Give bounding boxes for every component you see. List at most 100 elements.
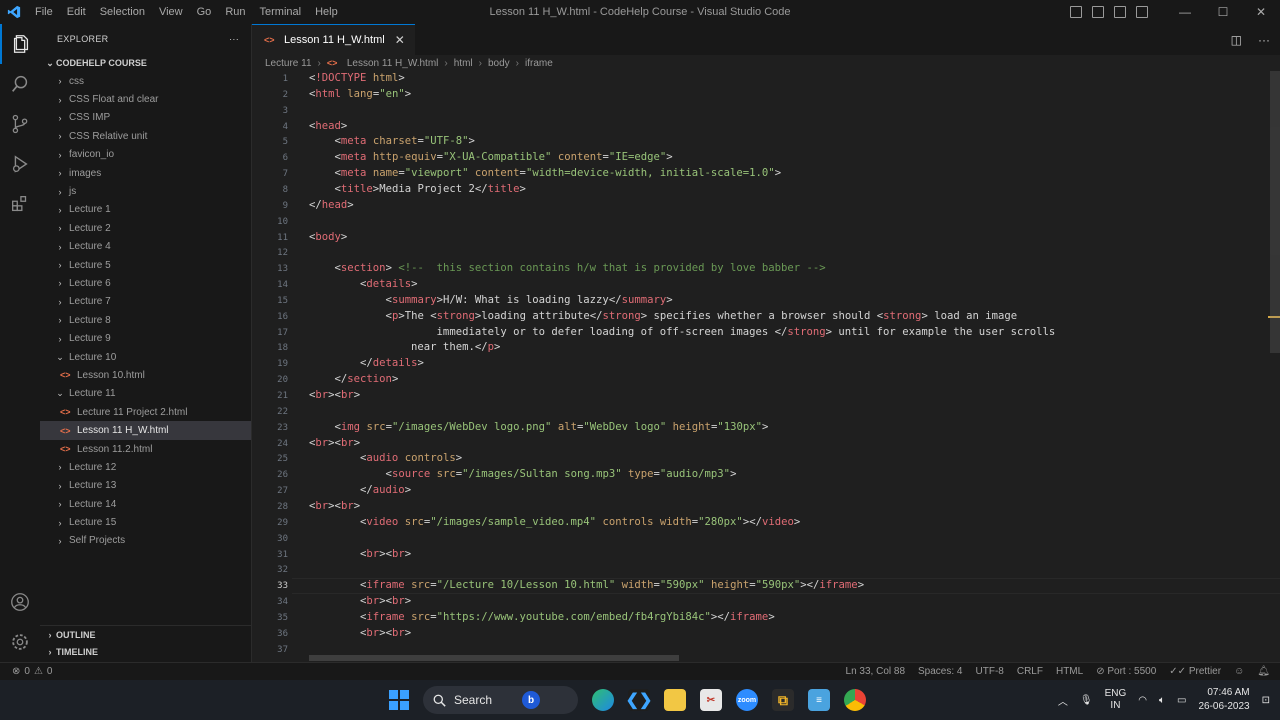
tree-folder[interactable]: ⌄ Lecture 11 (40, 385, 251, 403)
tree-file[interactable]: <> Lesson 10.html (40, 366, 251, 384)
tree-file[interactable]: <> Lecture 11 Project 2.html (40, 403, 251, 421)
source-control-icon[interactable] (0, 104, 40, 144)
vertical-scrollbar[interactable] (1270, 71, 1280, 353)
zoom-icon[interactable]: zoom (736, 689, 758, 711)
code-editor[interactable]: 1 <!DOCTYPE html> 2 <html lang="en"> 3 4 <head… (252, 71, 1280, 662)
tree-item-label: Lecture 10 (69, 351, 117, 363)
encoding[interactable]: UTF-8 (976, 666, 1004, 677)
taskbar-search[interactable]: Search b (423, 686, 578, 714)
code-line: <html lang="en"> (309, 87, 412, 100)
microphone-icon[interactable]: 🎙︎ (1080, 695, 1093, 706)
end-of-line[interactable]: CRLF (1017, 666, 1043, 677)
tree-folder[interactable]: › CSS IMP (40, 109, 251, 127)
menu-go[interactable]: Go (190, 0, 219, 24)
tab-lesson-11-hw[interactable]: <> Lesson 11 H_W.html ✕ (252, 24, 415, 55)
chrome-icon[interactable] (844, 689, 866, 711)
input-language[interactable]: ENG IN (1105, 688, 1127, 712)
edge-browser-icon[interactable] (592, 689, 614, 711)
breadcrumb-iframe[interactable]: iframe (525, 58, 553, 69)
tree-folder[interactable]: › Lecture 14 (40, 495, 251, 513)
line-number: 15 (277, 295, 288, 306)
tree-folder[interactable]: › Lecture 2 (40, 219, 251, 237)
breadcrumb-body[interactable]: body (488, 58, 510, 69)
tree-folder[interactable]: › Lecture 8 (40, 311, 251, 329)
toggle-panel-icon[interactable] (1092, 6, 1104, 18)
close-tab-icon[interactable]: ✕ (395, 33, 405, 47)
menu-edit[interactable]: Edit (60, 0, 93, 24)
line-number: 13 (277, 264, 288, 275)
tree-folder[interactable]: ⌄ Lecture 10 (40, 348, 251, 366)
tree-folder[interactable]: › CSS Float and clear (40, 90, 251, 108)
toggle-secondary-sidebar-icon[interactable] (1114, 6, 1126, 18)
indentation[interactable]: Spaces: 4 (918, 666, 962, 677)
menu-view[interactable]: View (152, 0, 190, 24)
more-actions-icon[interactable]: ··· (1258, 33, 1270, 47)
tree-item-label: Lecture 8 (69, 314, 111, 326)
tree-folder[interactable]: › images (40, 164, 251, 182)
tree-folder[interactable]: › Lecture 12 (40, 458, 251, 476)
chevron-up-icon[interactable]: ︿ (1058, 693, 1068, 708)
horizontal-scrollbar[interactable] (309, 655, 679, 661)
customize-layout-icon[interactable] (1136, 6, 1148, 18)
run-debug-icon[interactable] (0, 144, 40, 184)
tree-folder[interactable]: › Lecture 9 (40, 329, 251, 347)
tree-file[interactable]: <> Lesson 11 H_W.html (40, 421, 251, 440)
tree-folder[interactable]: › Lecture 5 (40, 256, 251, 274)
bing-icon[interactable]: b (522, 691, 541, 709)
tree-folder[interactable]: › Lecture 4 (40, 238, 251, 256)
settings-gear-icon[interactable] (0, 622, 40, 662)
line-number: 25 (277, 454, 288, 465)
tree-folder[interactable]: › Lecture 7 (40, 293, 251, 311)
tree-folder[interactable]: › css (40, 72, 251, 90)
notifications-bell-icon[interactable]: 🔔︎ (1257, 666, 1270, 677)
extensions-icon[interactable] (0, 184, 40, 224)
explorer-icon[interactable] (0, 24, 40, 64)
outline-section[interactable]: › OUTLINE (40, 625, 251, 643)
breadcrumb-file[interactable]: Lesson 11 H_W.html (347, 58, 439, 69)
tree-folder[interactable]: › Lecture 15 (40, 513, 251, 531)
chevron-down-icon: ⌄ (56, 388, 64, 399)
wifi-icon[interactable]: ◠ (1138, 695, 1147, 706)
timeline-section[interactable]: › TIMELINE (40, 643, 251, 661)
search-icon[interactable] (0, 64, 40, 104)
windows-start-icon[interactable] (389, 690, 409, 710)
tree-folder[interactable]: › favicon_io (40, 146, 251, 164)
snipping-tool-icon[interactable]: ✂ (700, 689, 722, 711)
puzzle-app-icon[interactable]: ⧉ (772, 689, 794, 711)
minimize-button[interactable]: — (1166, 0, 1204, 24)
tree-folder[interactable]: › Lecture 13 (40, 477, 251, 495)
prettier-status[interactable]: ✓✓ Prettier (1169, 666, 1221, 677)
tree-folder[interactable]: › CSS Relative unit (40, 127, 251, 145)
problems-indicator[interactable]: ⊗ 0 ⚠ 0 (0, 666, 52, 677)
menu-run[interactable]: Run (218, 0, 252, 24)
split-editor-icon[interactable]: ◫ (1231, 33, 1242, 47)
workspace-root[interactable]: ⌄ CODEHELP COURSE (40, 54, 251, 72)
notepad-icon[interactable]: ≡ (808, 689, 830, 711)
battery-icon[interactable]: ▭ (1177, 695, 1186, 706)
breadcrumb-folder[interactable]: Lecture 11 (265, 58, 312, 69)
live-server-port[interactable]: ⊘ Port : 5500 (1096, 666, 1156, 677)
toggle-primary-sidebar-icon[interactable] (1070, 6, 1082, 18)
maximize-button[interactable]: ☐ (1204, 0, 1242, 24)
account-icon[interactable] (0, 582, 40, 622)
file-explorer-icon[interactable] (664, 689, 686, 711)
tree-folder[interactable]: › Lecture 1 (40, 201, 251, 219)
breadcrumb-html[interactable]: html (454, 58, 473, 69)
close-button[interactable]: ✕ (1242, 0, 1280, 24)
vscode-taskbar-icon[interactable]: ❮❯ (626, 689, 652, 711)
menu-terminal[interactable]: Terminal (253, 0, 309, 24)
tree-folder[interactable]: › Lecture 6 (40, 274, 251, 292)
menu-help[interactable]: Help (308, 0, 345, 24)
language-mode[interactable]: HTML (1056, 666, 1083, 677)
tree-file[interactable]: <> Lesson 11.2.html (40, 440, 251, 458)
tree-folder[interactable]: › js (40, 182, 251, 200)
menu-file[interactable]: File (28, 0, 60, 24)
notification-center-icon[interactable]: ⊡ (1262, 695, 1270, 706)
clock[interactable]: 07:46 AM 26-06-2023 (1198, 686, 1249, 714)
feedback-icon[interactable]: ☺ (1234, 666, 1244, 677)
explorer-more-button[interactable]: ··· (229, 34, 239, 44)
tree-folder[interactable]: › Self Projects (40, 532, 251, 550)
cursor-position[interactable]: Ln 33, Col 88 (846, 666, 906, 677)
volume-icon[interactable]: 🔈︎ (1159, 695, 1165, 706)
menu-selection[interactable]: Selection (93, 0, 152, 24)
